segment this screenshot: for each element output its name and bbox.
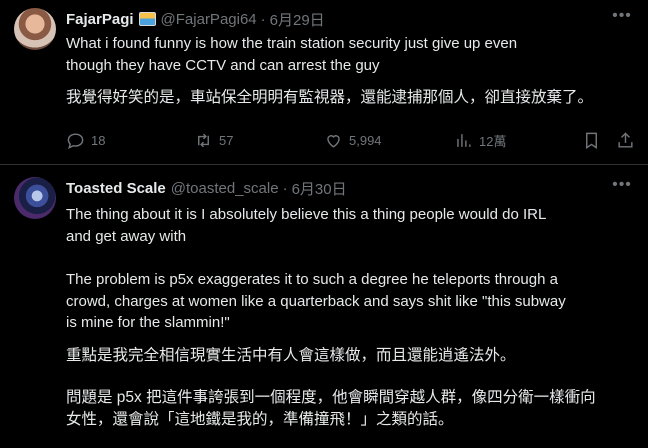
author-name[interactable]: FajarPagi: [66, 11, 134, 28]
bookmark-button[interactable]: [582, 128, 607, 152]
share-icon: [618, 131, 633, 148]
author-handle[interactable]: @FajarPagi64: [161, 11, 257, 28]
reply-count: 18: [91, 132, 106, 148]
heart-icon: [327, 134, 340, 148]
tweet-translation: 重點是我完全相信現實生活中有人會這樣做，而且還能逍遙法外。: [66, 347, 516, 364]
views-chart-icon: [457, 133, 471, 147]
action-bar: 18 57 5,994 12萬: [66, 128, 636, 152]
reply-icon: [67, 132, 84, 149]
tweet-text: What i found funny is how the train stat…: [66, 35, 518, 74]
more-options-icon[interactable]: •••: [610, 7, 634, 29]
retweet-icon: [198, 133, 209, 147]
tweet-date[interactable]: 6月30日: [292, 178, 347, 199]
tweet-translation: 我覺得好笑的是，車站保全明明有監視器，還能逮捕那個人，卻直接放棄了。: [66, 89, 594, 106]
like-button[interactable]: 5,994: [324, 128, 382, 152]
tweet-header: FajarPagi @FajarPagi64 · 6月29日: [66, 9, 325, 29]
share-button[interactable]: [616, 128, 641, 152]
tweet-paragraph: The problem is p5x exaggerates it to suc…: [66, 271, 566, 331]
author-name[interactable]: Toasted Scale: [66, 180, 166, 197]
tweet-header: Toasted Scale @toasted_scale · 6月30日: [66, 178, 347, 198]
tweet-paragraph: The thing about it is I absolutely belie…: [66, 206, 547, 245]
bookmark-icon: [586, 132, 597, 149]
like-count: 5,994: [349, 132, 382, 148]
views-count: 12萬: [479, 133, 507, 149]
views-button[interactable]: 12萬: [454, 128, 506, 152]
tweet[interactable]: FajarPagi @FajarPagi64 · 6月29日 ••• What …: [0, 0, 648, 164]
reply-button[interactable]: 18: [66, 128, 105, 152]
avatar[interactable]: [14, 177, 56, 219]
retweet-count: 57: [219, 132, 234, 148]
separator-dot: ·: [282, 179, 288, 197]
tweet[interactable]: Toasted Scale @toasted_scale · 6月30日 •••…: [0, 165, 648, 448]
tweet-translation: 問題是 p5x 把這件事誇張到一個程度，他會瞬間穿越人群，像四分衛一樣衝向 女性…: [66, 389, 596, 428]
separator-dot: ·: [260, 10, 266, 28]
avatar[interactable]: [14, 8, 56, 50]
tweet-date[interactable]: 6月29日: [270, 9, 325, 30]
more-options-icon[interactable]: •••: [610, 176, 634, 198]
retweet-button[interactable]: 57: [194, 128, 233, 152]
author-handle[interactable]: @toasted_scale: [171, 180, 279, 197]
flag-emoji-icon: [138, 12, 156, 26]
